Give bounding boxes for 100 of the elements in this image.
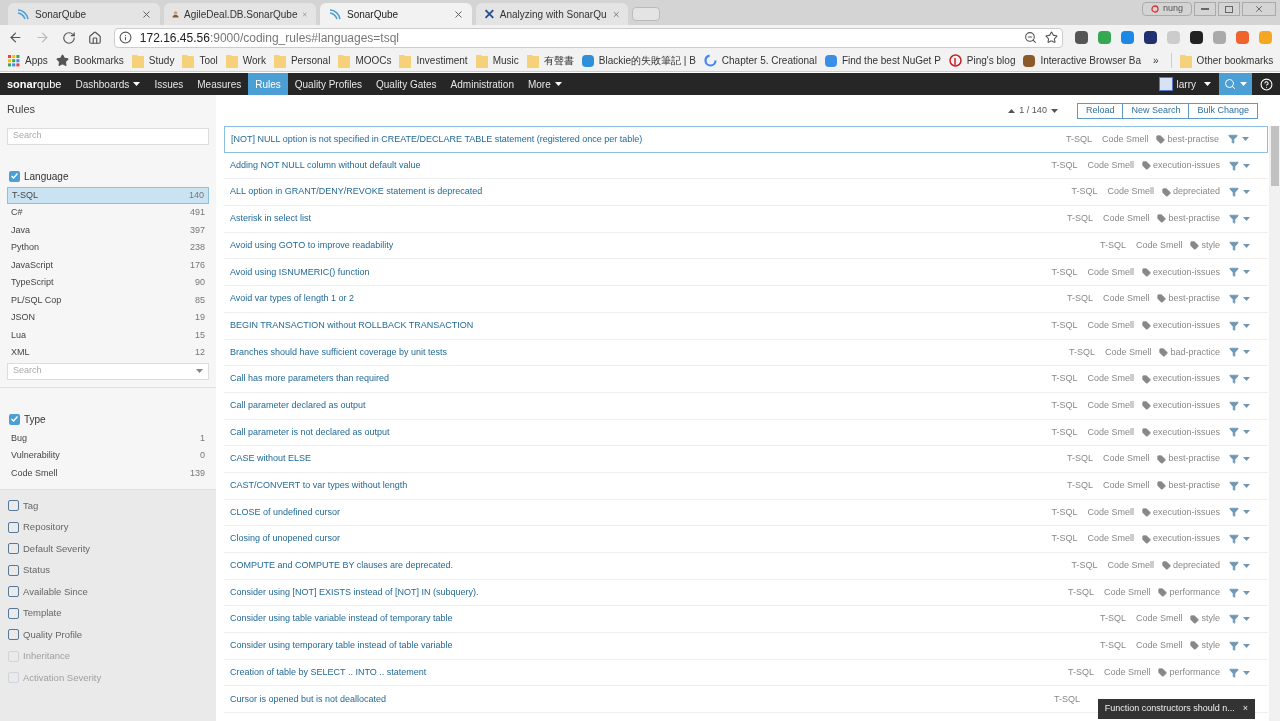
filter-button[interactable]	[1229, 534, 1250, 545]
rule-row[interactable]: CLOSE of undefined cursor T-SQL Code Smell execution-issues	[224, 499, 1268, 527]
rule-name[interactable]: [NOT] NULL option is not specified in CREATE/DECLARE TABLE statement (registered once per table)	[231, 132, 1066, 147]
rule-tag[interactable]: depreciated	[1161, 559, 1220, 573]
facet-title[interactable]: Type	[24, 411, 46, 427]
rule-row[interactable]: Asterisk in select list T-SQL Code Smell best-practise	[224, 206, 1268, 233]
extension-icon[interactable]	[1075, 31, 1088, 44]
zoom-out-icon[interactable]	[1024, 31, 1037, 44]
filter-button[interactable]	[1229, 480, 1250, 491]
filter-button[interactable]	[1229, 667, 1250, 678]
rule-name[interactable]: COMPUTE and COMPUTE BY clauses are deprecated.	[230, 559, 1072, 573]
rule-row[interactable]: CASE without ELSE T-SQL Code Smell best-practise	[224, 446, 1268, 473]
facet-item[interactable]: Vulnerability 0	[7, 447, 209, 465]
facet-item[interactable]: TypeScript 90	[7, 274, 209, 292]
checkbox[interactable]	[8, 607, 19, 619]
filter-button[interactable]	[1229, 160, 1250, 171]
bookmark[interactable]: Other bookmarks	[1170, 53, 1274, 68]
filter-button[interactable]	[1229, 427, 1250, 438]
checkbox[interactable]	[8, 629, 19, 641]
rule-row[interactable]: Consider using [NOT] EXISTS instead of [NOT] IN (subquery). T-SQL Code Smell performance	[224, 579, 1268, 607]
bookmark[interactable]: Work	[225, 53, 266, 68]
rule-name[interactable]: Consider using table variable instead of temporary table	[230, 612, 1100, 626]
rule-tag[interactable]: best-practise	[1157, 292, 1220, 306]
back-icon[interactable]	[8, 30, 23, 45]
facet-title[interactable]: Repository	[23, 520, 69, 535]
facet-item[interactable]: JavaScript 176	[7, 256, 209, 274]
reload-icon[interactable]	[61, 30, 76, 45]
rule-name[interactable]: BEGIN TRANSACTION without ROLLBACK TRANSACTION	[230, 318, 1052, 333]
rule-tag[interactable]: execution-issues	[1141, 372, 1220, 386]
facet-title[interactable]: Status	[23, 563, 50, 578]
forward-icon[interactable]	[34, 30, 50, 45]
bookmark[interactable]: Chapter 5. Creational	[703, 53, 817, 68]
filter-button[interactable]	[1229, 347, 1250, 358]
facet-item[interactable]: PL/SQL Cop 85	[7, 291, 209, 309]
nav-item[interactable]: Quality Gates	[369, 73, 444, 95]
rule-row[interactable]: COMPUTE and COMPUTE BY clauses are deprecated. T-SQL Code Smell depreciated	[224, 553, 1268, 580]
logo[interactable]: sonarqube	[0, 75, 69, 93]
rule-tag[interactable]: execution-issues	[1141, 532, 1220, 546]
filter-button[interactable]	[1228, 134, 1249, 145]
rule-row[interactable]: Creation of table by SELECT .. INTO .. statement T-SQL Code Smell performance	[224, 659, 1268, 687]
rule-tag[interactable]: best-practise	[1156, 132, 1219, 147]
facet-item[interactable]: JSON 19	[7, 309, 209, 327]
rule-tag[interactable]: execution-issues	[1141, 158, 1220, 173]
bookmark[interactable]: Interactive Browser Ba	[1023, 53, 1142, 68]
rule-row[interactable]: Consider using table variable instead of temporary table T-SQL Code Smell style	[224, 606, 1268, 634]
close-icon[interactable]	[453, 8, 464, 20]
rule-name[interactable]: Call has more parameters than required	[230, 372, 1052, 386]
filter-button[interactable]	[1229, 213, 1250, 224]
rule-row[interactable]: Call parameter is not declared as output T-SQL Code Smell execution-issues	[224, 419, 1268, 447]
facet-item[interactable]: Java 397	[7, 221, 209, 239]
minimize-button[interactable]	[1194, 2, 1216, 16]
browser-tab[interactable]: AgileDeal.DB.SonarQube	[164, 3, 316, 25]
nav-item[interactable]: Dashboards	[68, 73, 148, 95]
filter-button[interactable]	[1229, 267, 1250, 278]
facet-item[interactable]: Lua 15	[7, 326, 209, 344]
rule-name[interactable]: Adding NOT NULL column without default value	[230, 158, 1052, 173]
rule-tag[interactable]: best-practise	[1157, 212, 1220, 226]
star-icon[interactable]	[1045, 31, 1058, 44]
rule-name[interactable]: CLOSE of undefined cursor	[230, 505, 1052, 520]
filter-button[interactable]	[1229, 507, 1250, 518]
nav-item[interactable]: Quality Profiles	[287, 73, 369, 95]
address-field[interactable]: 172.16.45.56:9000/coding_rules#languages=tsql	[113, 27, 1063, 48]
filter-button[interactable]	[1229, 560, 1250, 571]
rule-tag[interactable]: execution-issues	[1141, 318, 1220, 333]
maximize-button[interactable]	[1218, 2, 1240, 16]
nav-item[interactable]: Measures	[190, 73, 249, 95]
rule-row[interactable]: BEGIN TRANSACTION without ROLLBACK TRANSACTION T-SQL Code Smell execution-issues	[224, 312, 1268, 340]
bookmark[interactable]: MOOCs	[338, 53, 392, 68]
extension-icon[interactable]	[1190, 31, 1203, 44]
filter-button[interactable]	[1229, 320, 1250, 331]
bookmark[interactable]: Ping's blog	[948, 53, 1016, 68]
rule-tag[interactable]: execution-issues	[1141, 425, 1220, 440]
rule-row[interactable]: CAST/CONVERT to var types without length T-SQL Code Smell best-practise	[224, 472, 1268, 500]
rule-tag[interactable]: best-practise	[1157, 479, 1220, 493]
rule-name[interactable]: Cursor is opened but is not deallocated	[230, 692, 1054, 707]
paging-indicator[interactable]: 1 / 140	[1004, 103, 1058, 118]
bookmark[interactable]: Personal	[273, 53, 331, 68]
rule-row[interactable]: Avoid using GOTO to improve readability T-SQL Code Smell style	[224, 232, 1268, 260]
checkbox[interactable]	[8, 543, 19, 555]
toolbar-button[interactable]: New Search	[1122, 102, 1190, 119]
checkbox[interactable]	[9, 170, 20, 182]
rule-tag[interactable]: execution-issues	[1141, 398, 1220, 413]
browser-tab[interactable]: Analyzing with SonarQu	[476, 3, 628, 25]
rule-name[interactable]: Branches should have sufficient coverage by unit tests	[230, 345, 1069, 360]
bookmark[interactable]: Tool	[182, 53, 218, 68]
rule-tag[interactable]: depreciated	[1161, 185, 1220, 199]
bookmark[interactable]: 有聲書	[526, 53, 574, 68]
rule-row[interactable]: ALL option in GRANT/DENY/REVOKE statement is deprecated T-SQL Code Smell depreciated	[224, 179, 1268, 207]
checkbox[interactable]	[8, 564, 19, 576]
facet-item[interactable]: C# 491	[7, 204, 209, 222]
home-icon[interactable]	[87, 30, 102, 45]
rule-name[interactable]: Consider using [NOT] EXISTS instead of [NOT] IN (subquery).	[230, 585, 1068, 600]
rule-name[interactable]: Call parameter declared as output	[230, 398, 1052, 413]
rule-name[interactable]: Asterisk in select list	[230, 212, 1067, 226]
rule-tag[interactable]: style	[1190, 612, 1220, 626]
rule-name[interactable]: Creation of table by SELECT .. INTO .. statement	[230, 665, 1068, 680]
scrollbar[interactable]	[1269, 126, 1280, 721]
filter-button[interactable]	[1229, 374, 1250, 385]
rule-name[interactable]: Closing of unopened cursor	[230, 532, 1052, 546]
toolbar-button[interactable]: Reload	[1076, 102, 1124, 119]
